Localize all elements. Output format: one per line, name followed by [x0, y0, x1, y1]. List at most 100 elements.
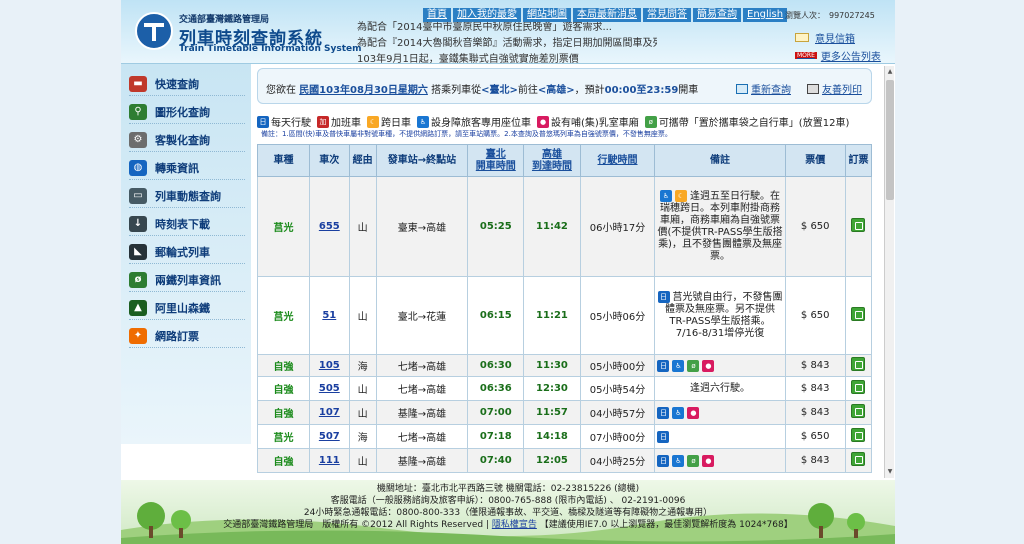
train-route: 臺東→高雄 — [375, 176, 469, 277]
sidebar-item-quick-query[interactable]: ▬ 快速查詢 — [129, 72, 245, 96]
privacy-link[interactable]: 隱私權宣告 — [492, 520, 537, 530]
scroll-thumb[interactable] — [886, 80, 894, 200]
train-via: 山 — [348, 448, 377, 473]
departure-time: 05:25 — [467, 176, 525, 277]
sidebar-item-online-booking[interactable]: ✦ 網路訂票 — [129, 324, 245, 348]
col-route: 發車站→終點站 — [375, 144, 469, 177]
nav-simple-query[interactable]: 簡易查詢 — [693, 8, 741, 22]
book-ticket-icon[interactable] — [851, 380, 866, 394]
cross-day-icon: ☾ — [675, 190, 688, 202]
more-notices-link[interactable]: MORE 更多公告列表 — [795, 48, 881, 63]
nav-english[interactable]: English — [743, 8, 788, 22]
train-remark: 日 — [654, 424, 786, 449]
sidebar-item-label: 網路訂票 — [155, 329, 199, 343]
sidebar-item-alishan[interactable]: ▲ 阿里山森鐵 — [129, 296, 245, 320]
book-ticket-icon[interactable] — [851, 452, 866, 466]
nav-faq[interactable]: 常見問答 — [643, 8, 691, 22]
footer-emergency: 24小時緊急通報電話：0800-800-333（僅限通報事故、平交道、橋樑及隧道… — [303, 508, 713, 518]
train-no-cell: 505 — [309, 376, 350, 401]
train-no-link[interactable]: 107 — [319, 407, 340, 418]
printer-icon — [807, 83, 819, 94]
legend-label: 加班車 — [331, 118, 361, 129]
download-icon: ↓ — [129, 215, 147, 232]
ticket-icon: ✦ — [129, 327, 147, 344]
accessible-icon: ♿ — [660, 190, 673, 202]
sidebar-item-transfer-info[interactable]: ◍ 轉乘資訊 — [129, 156, 245, 180]
sidebar-item-custom-query[interactable]: ⚙ 客製化查詢 — [129, 128, 245, 152]
departure-time: 06:15 — [467, 276, 525, 355]
nav-favorite[interactable]: 加入我的最愛 — [453, 8, 521, 22]
train-type: 莒光 — [256, 424, 311, 449]
bicycle-icon: ø — [644, 115, 657, 128]
col-via-label: 經由 — [352, 154, 373, 166]
daily-icon: 日 — [657, 291, 670, 303]
train-via: 山 — [348, 176, 377, 277]
table-row: 自強 505 山七堵→高雄 06:36 12:30 05小時54分 逢週六行駛。 $ 843 — [256, 376, 873, 401]
requery-button[interactable]: 重新查詢 — [736, 81, 791, 96]
nav-news[interactable]: 本局最新消息 — [573, 8, 641, 22]
col-booking: 訂票 — [844, 144, 873, 177]
sidebar-item-cruise-train[interactable]: ◣ 郵輪式列車 — [129, 240, 245, 264]
arrival-time: 11:42 — [523, 176, 581, 277]
ticket-fare: $ 650 — [784, 176, 846, 277]
book-ticket-icon[interactable] — [851, 428, 866, 442]
nav-sitemap[interactable]: 網站地圖 — [523, 8, 571, 22]
arrival-time: 12:30 — [523, 376, 581, 401]
sort-arrival-link[interactable]: 高雄 到達時間 — [532, 149, 572, 172]
scrollbar[interactable]: ▲ ▼ — [884, 66, 894, 478]
table-row: 莒光 51 山臺北→花蓮 06:15 11:21 05小時06分日莒光號自由行，不發售團體… — [256, 276, 873, 355]
sidebar-item-label: 快速查詢 — [155, 77, 199, 91]
train-no-link[interactable]: 505 — [319, 383, 340, 394]
ticket-fare: $ 843 — [784, 400, 846, 425]
sort-departure-link[interactable]: 臺北 開車時間 — [476, 149, 516, 172]
book-ticket-icon[interactable] — [851, 307, 866, 321]
legend-label: 設身障旅客專用座位車 — [431, 118, 531, 129]
train-no-link[interactable]: 507 — [319, 431, 340, 442]
main-content: 您欲在 民國103年08月30日星期六 搭乘列車從<臺北>前往<高雄>，預計00… — [256, 66, 883, 480]
sidebar-item-label: 兩鐵列車資訊 — [155, 273, 221, 287]
sort-duration-link[interactable]: 行駛時間 — [598, 155, 638, 166]
col-arrival[interactable]: 高雄 到達時間 — [523, 144, 581, 177]
legend-accessible: ♿ 設身障旅客專用座位車 — [417, 114, 531, 129]
book-ticket-icon[interactable] — [851, 357, 866, 371]
footer-copyright: 交通部臺灣鐵路管理局 版權所有 ©2012 All Rights Reserve… — [121, 519, 895, 531]
train-no-link[interactable]: 111 — [319, 455, 340, 466]
marquee-line[interactable]: 為配合『2014大魯閣秋音樂節』活動需求，指定日期加開區間車及列車增停新城站 — [357, 36, 657, 52]
arrival-time: 14:18 — [523, 424, 581, 449]
train-no-link[interactable]: 655 — [319, 221, 340, 232]
booking-cell — [844, 376, 873, 401]
accessible-icon: ♿ — [672, 454, 685, 467]
col-duration[interactable]: 行駛時間 — [579, 144, 656, 177]
book-ticket-icon[interactable] — [851, 404, 866, 418]
booking-cell — [844, 176, 873, 277]
sidebar: ▬ 快速查詢 ⚲ 圖形化查詢 ⚙ 客製化查詢 ◍ 轉乘資訊 ▭ 列車動態查詢 ↓… — [121, 64, 251, 444]
ticket-fare: $ 843 — [784, 448, 846, 473]
sidebar-item-live-status[interactable]: ▭ 列車動態查詢 — [129, 184, 245, 208]
col-no: 車次 — [309, 144, 350, 177]
scroll-up-icon[interactable]: ▲ — [886, 67, 894, 77]
site-logo[interactable]: 交通部臺灣鐵路管理局 列車時刻查詢系統 Train Timetable Info… — [135, 8, 361, 58]
book-ticket-icon[interactable] — [851, 218, 866, 232]
scroll-down-icon[interactable]: ▼ — [886, 467, 894, 477]
departure-time: 07:40 — [467, 448, 525, 473]
print-button[interactable]: 友善列印 — [807, 81, 862, 96]
col-remark: 備註 — [654, 144, 786, 177]
train-no-link[interactable]: 51 — [322, 310, 336, 321]
table-row: 莒光 655 山臺東→高雄 05:25 11:42 06小時17分 ♿ ☾ 逢週五至日行駛。在瑞… — [256, 176, 873, 277]
nav-home[interactable]: 首頁 — [423, 8, 451, 22]
mail-icon — [795, 33, 809, 42]
sidebar-item-bike-train[interactable]: ø 兩鐵列車資訊 — [129, 268, 245, 292]
col-fare: 票價 — [784, 144, 846, 177]
sidebar-item-timetable-download[interactable]: ↓ 時刻表下載 — [129, 212, 245, 236]
sidebar-item-graphic-query[interactable]: ⚲ 圖形化查詢 — [129, 100, 245, 124]
col-departure[interactable]: 臺北 開車時間 — [467, 144, 525, 177]
sidebar-item-label: 列車動態查詢 — [155, 189, 221, 203]
feedback-link[interactable]: 意見信箱 — [795, 30, 881, 45]
marquee-line[interactable]: 為配合「2014臺中市臺原民中秋原住民晚會」遊客需求... — [357, 20, 657, 36]
train-no-link[interactable]: 105 — [319, 360, 340, 371]
timetable: 車種 車次 經由 發車站→終點站 臺北 開車時間 高雄 到達時間 行駛時間 備註 票… — [256, 144, 873, 473]
train-no-cell: 111 — [309, 448, 350, 473]
train-via: 海 — [348, 424, 377, 449]
footer-address: 機關地址：臺北市北平西路三號 機關電話：02-23815226 (總機) — [376, 484, 640, 494]
train-no-cell: 105 — [309, 354, 350, 377]
